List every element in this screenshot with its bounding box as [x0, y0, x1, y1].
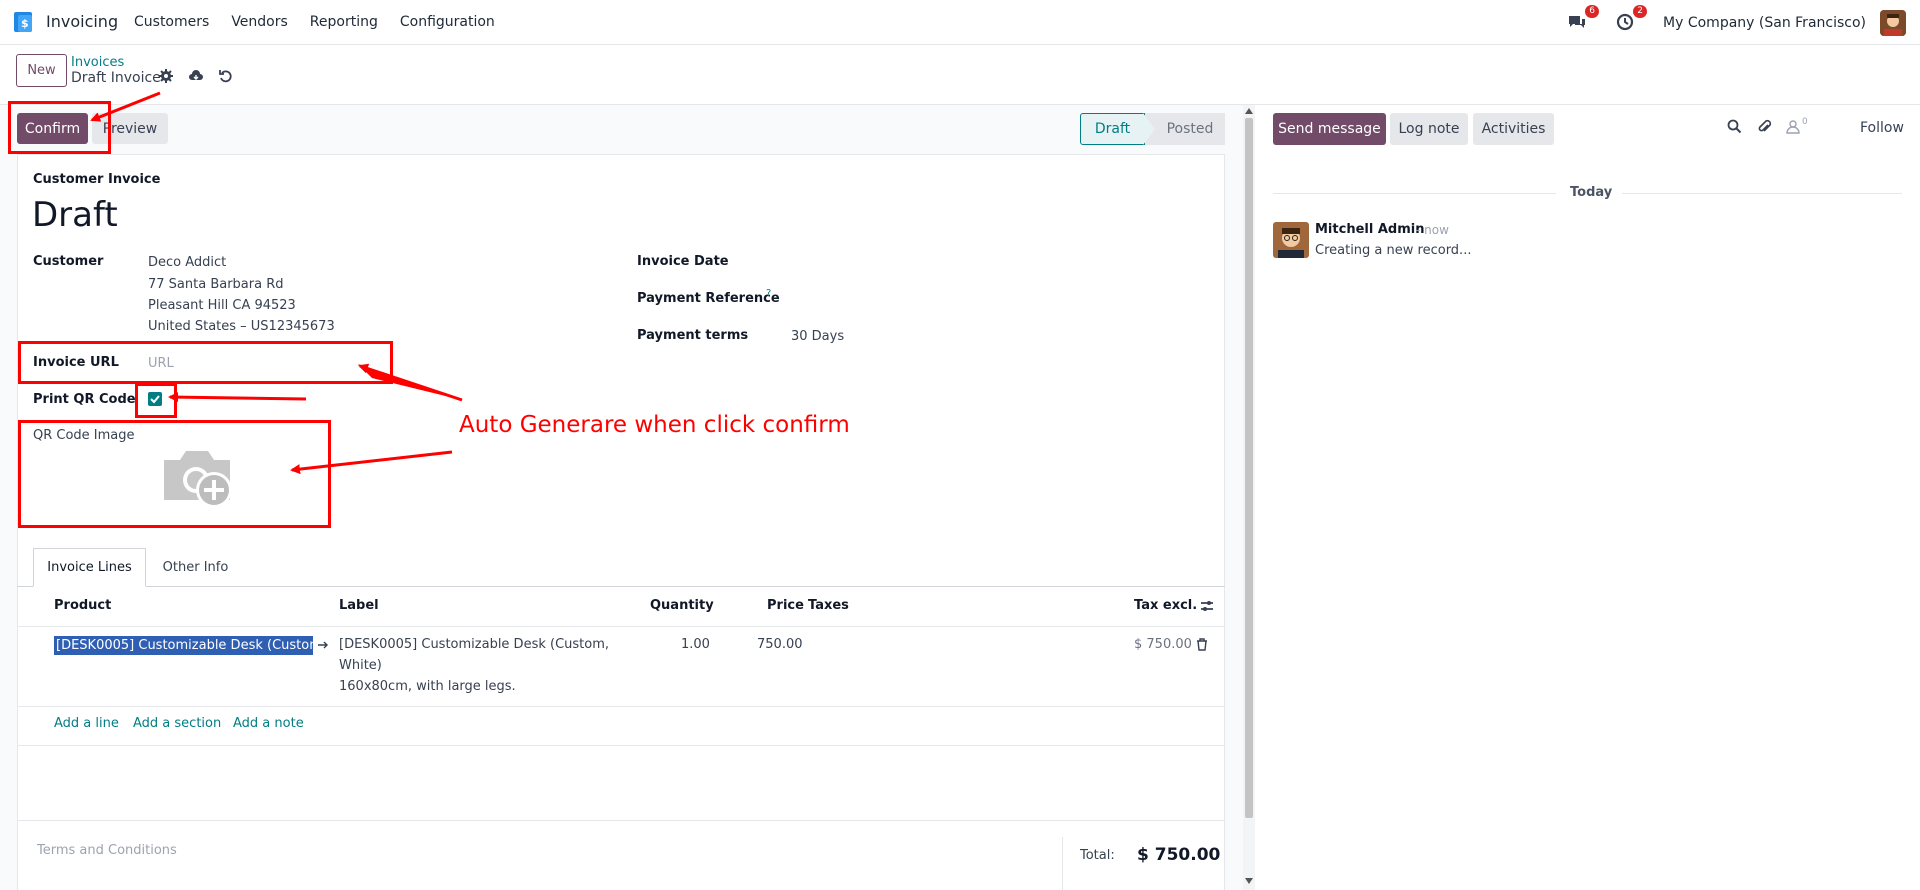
annotation-text: Auto Generare when click confirm	[459, 412, 850, 438]
annotation-arrows	[90, 91, 463, 475]
